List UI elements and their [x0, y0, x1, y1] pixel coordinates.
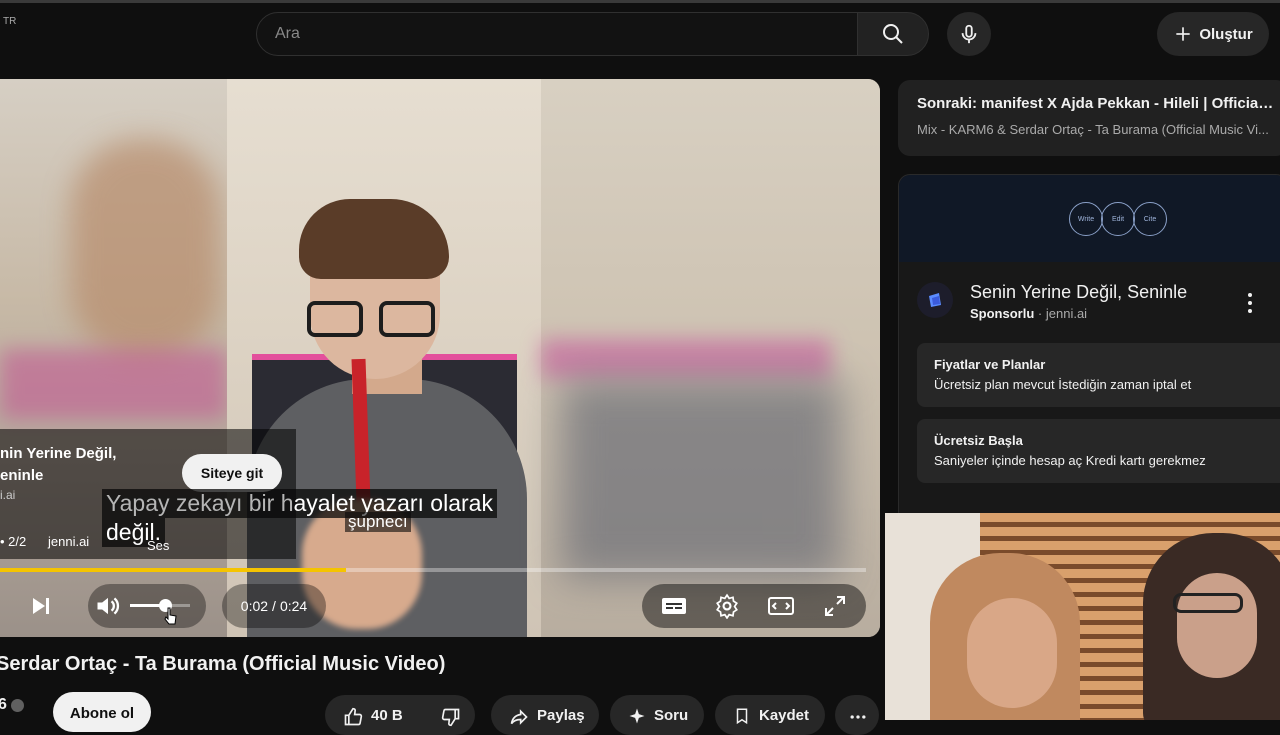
theater-mode-icon — [768, 597, 794, 615]
subtitles-button[interactable] — [660, 592, 688, 620]
volume-icon — [97, 597, 120, 615]
create-label: Oluştur — [1199, 25, 1253, 43]
time-display: 0:02 / 0:24 — [222, 584, 326, 628]
share-label: Paylaş — [537, 707, 585, 724]
sponsor-feature-item[interactable]: Fiyatlar ve Planlar Ücretsiz plan mevcut… — [917, 343, 1280, 407]
save-label: Kaydet — [759, 707, 810, 724]
settings-button[interactable] — [713, 592, 741, 620]
next-button[interactable] — [27, 592, 55, 620]
microphone-icon — [961, 24, 977, 44]
more-actions-button[interactable] — [835, 695, 879, 735]
ad-domain[interactable]: jenni.ai — [48, 534, 89, 549]
subtitles-icon — [662, 598, 686, 614]
search-button[interactable] — [857, 12, 929, 56]
cursor-pointer-icon — [164, 607, 177, 625]
up-next-card[interactable] — [898, 80, 1280, 156]
bookmark-icon — [736, 708, 748, 725]
verified-icon — [11, 699, 24, 712]
ad-menu-button[interactable] — [1240, 290, 1260, 316]
webcam-overlay — [885, 513, 1280, 720]
ad-counter: • 2/2 — [0, 534, 27, 549]
video-right-panel — [541, 79, 880, 637]
advertiser-avatar[interactable] — [917, 282, 953, 318]
feature-description: Saniyeler içinde hesap aç Kredi kartı ge… — [934, 453, 1206, 468]
fullscreen-button[interactable] — [821, 592, 849, 620]
banner-logo-write: Write — [1069, 202, 1103, 236]
search-input[interactable]: Ara — [256, 12, 858, 56]
time-separator: / — [272, 598, 276, 614]
share-button[interactable]: Paylaş — [491, 695, 599, 735]
share-icon — [510, 709, 528, 725]
visit-site-button[interactable]: Siteye git — [182, 454, 282, 492]
search-placeholder: Ara — [275, 25, 300, 42]
fullscreen-icon — [825, 596, 845, 616]
sponsor-banner: Write Edit Cite — [899, 175, 1280, 262]
subscriber-count-fragment: 6 — [0, 696, 7, 713]
save-button[interactable]: Kaydet — [715, 695, 825, 735]
mute-button[interactable] — [94, 592, 122, 620]
more-horizontal-icon — [850, 715, 866, 719]
banner-logo-edit: Edit — [1101, 202, 1135, 236]
up-next-subtitle: Mix - KARM6 & Serdar Ortaç - Ta Burama (… — [917, 122, 1269, 137]
skip-next-icon — [33, 598, 49, 614]
time-current: 0:02 — [240, 598, 269, 614]
theater-mode-button[interactable] — [767, 592, 795, 620]
progress-bar[interactable] — [0, 568, 866, 572]
thumbs-down-icon — [441, 708, 460, 727]
ask-label: Soru — [654, 707, 689, 724]
volume-tooltip: Ses — [147, 538, 170, 553]
feature-title: Ücretsiz Başla — [934, 433, 1023, 448]
time-total: 0:24 — [279, 598, 308, 614]
banner-logo-cite: Cite — [1133, 202, 1167, 236]
feature-title: Fiyatlar ve Planlar — [934, 357, 1046, 372]
locale-label: TR — [3, 16, 17, 27]
sponsor-domain: jenni.ai — [1045, 306, 1088, 321]
caption-overlay-text: şupnecı — [345, 512, 411, 532]
voice-search-button[interactable] — [947, 12, 991, 56]
ad-overlay-site: i.ai — [0, 488, 16, 502]
gear-icon — [716, 593, 738, 619]
search-icon — [883, 24, 903, 44]
caption-line-1: Yapay zekayı bir hayalet yazarı olarak — [102, 489, 497, 518]
like-count: 40 B — [371, 707, 403, 724]
plus-icon — [1176, 27, 1190, 41]
create-button[interactable]: Oluştur — [1157, 12, 1269, 56]
sponsor-headline[interactable]: Senin Yerine Değil, Seninle — [970, 282, 1187, 303]
subscribe-button[interactable]: Abone ol — [53, 692, 151, 732]
dislike-button[interactable] — [433, 695, 475, 735]
sponsored-label: Sponsorlu — [970, 306, 1035, 321]
ask-button[interactable]: Soru — [610, 695, 704, 735]
up-next-title: Sonraki: manifest X Ajda Pekkan - Hileli… — [917, 95, 1275, 112]
video-title: Serdar Ortaç - Ta Burama (Official Music… — [0, 653, 446, 675]
sponsored-separator: · — [1037, 306, 1043, 321]
progress-fill — [0, 568, 347, 572]
ad-overlay-title: nin Yerine Değil, eninle — [0, 445, 117, 484]
sponsor-feature-item[interactable]: Ücretsiz Başla Saniyeler içinde hesap aç… — [917, 419, 1280, 483]
sponsored-line: Sponsorlu · jenni.ai — [970, 306, 1087, 321]
jenni-logo-icon — [929, 293, 941, 307]
thumbs-up-icon — [344, 707, 363, 726]
feature-description: Ücretsiz plan mevcut İstediğin zaman ipt… — [934, 377, 1192, 392]
sparkle-icon — [629, 708, 645, 724]
top-border — [0, 0, 1280, 3]
